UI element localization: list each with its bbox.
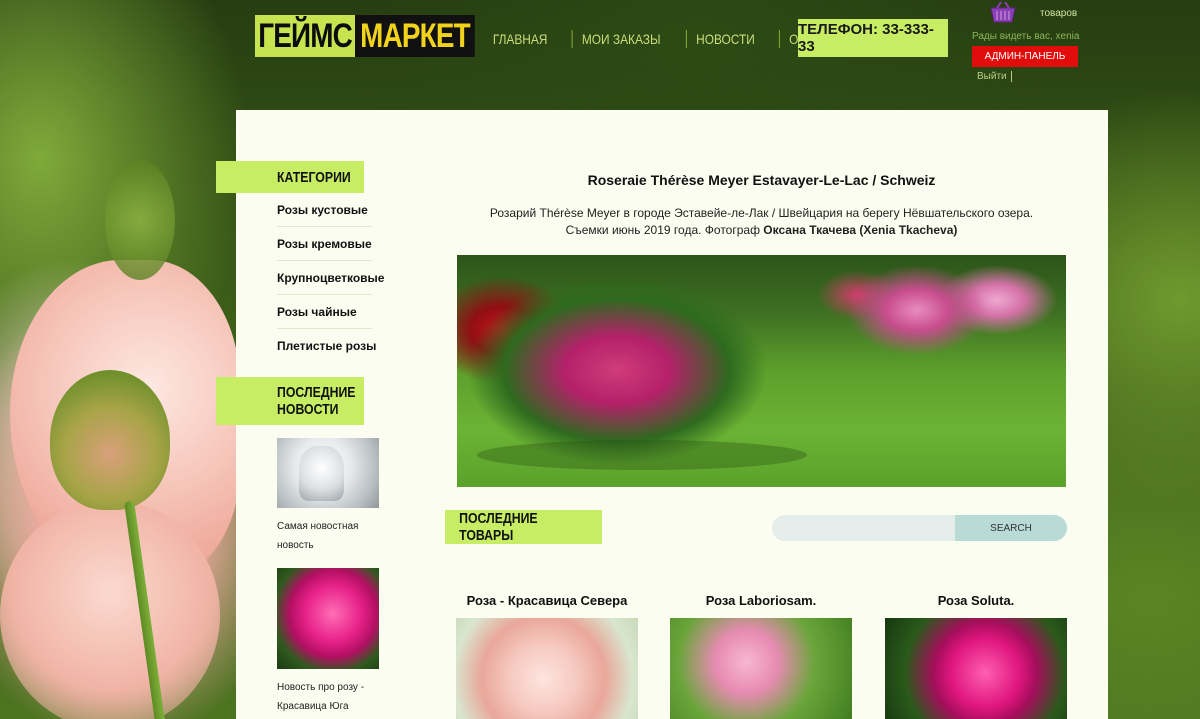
admin-panel-button[interactable]: АДМИН-ПАНЕЛЬ — [972, 46, 1078, 67]
logo-text-part2: МАРКЕТ — [355, 15, 475, 57]
news-thumbnail-rose[interactable] — [277, 568, 379, 669]
category-item[interactable]: Розы кустовые — [277, 193, 372, 227]
logo-text-part1: ГЕЙМС — [255, 15, 356, 57]
search-button[interactable]: SEARCH — [955, 515, 1067, 541]
category-item[interactable]: Розы чайные — [277, 295, 372, 329]
nav-news[interactable]: НОВОСТИ — [685, 30, 764, 48]
snowy-tree-shape — [299, 446, 344, 501]
product-title[interactable]: Роза Soluta. — [885, 593, 1067, 608]
category-item[interactable]: Розы кремовые — [277, 227, 372, 261]
news-caption[interactable]: Самая новостная новость — [277, 517, 377, 555]
logout-link[interactable]: Выйти — [977, 71, 1012, 82]
category-item[interactable]: Крупноцветковые — [277, 261, 384, 295]
product-image[interactable] — [885, 618, 1067, 719]
background-rose-bud — [50, 370, 170, 510]
cart-count-text[interactable]: товаров — [1040, 8, 1077, 19]
site-logo[interactable]: ГЕЙМС МАРКЕТ — [255, 15, 475, 57]
product-image[interactable] — [670, 618, 852, 719]
nav-my-orders[interactable]: МОИ ЗАКАЗЫ — [571, 30, 670, 48]
category-item[interactable]: Плетистые розы — [277, 329, 376, 363]
rose-garden-photo — [457, 255, 1066, 487]
latest-products-heading: ПОСЛЕДНИЕ ТОВАРЫ — [445, 510, 602, 544]
article-title: Roseraie Thérèse Meyer Estavayer-Le-Lac … — [587, 172, 936, 188]
categories-heading: КАТЕГОРИИ — [216, 161, 364, 193]
latest-news-heading: ПОСЛЕДНИЕ НОВОСТИ — [216, 377, 364, 425]
user-greeting: Рады видеть вас, xenia — [972, 31, 1080, 42]
category-list: Розы кустовые Розы кремовые Крупноцветко… — [277, 193, 384, 363]
product-title[interactable]: Роза Laboriosam. — [670, 593, 852, 608]
nav-home[interactable]: ГЛАВНАЯ — [483, 30, 556, 48]
background-rose-bud-top — [105, 160, 175, 280]
product-image[interactable] — [456, 618, 638, 719]
shopping-basket-icon[interactable] — [988, 2, 1018, 24]
article-desc-line2: Съемки июнь 2019 года. Фотограф Оксана Т… — [565, 223, 958, 237]
article-desc-line1: Розарий Thérèse Meyer в городе Эставейе-… — [489, 206, 1034, 220]
news-caption[interactable]: Новость про розу - Красавица Юга — [277, 678, 377, 716]
background-rose-petals-lower — [0, 500, 220, 719]
phone-badge: ТЕЛЕФОН: 33-333-33 — [798, 19, 948, 57]
photographer-name: Оксана Ткачева (Xenia Tkacheva) — [763, 223, 958, 237]
news-thumbnail-snow[interactable] — [277, 438, 379, 508]
search-bar: SEARCH — [772, 515, 1067, 541]
search-input[interactable] — [772, 515, 955, 541]
product-title[interactable]: Роза - Красавица Севера — [456, 593, 638, 608]
article-description: Розарий Thérèse Meyer в городе Эставейе-… — [457, 205, 1066, 239]
